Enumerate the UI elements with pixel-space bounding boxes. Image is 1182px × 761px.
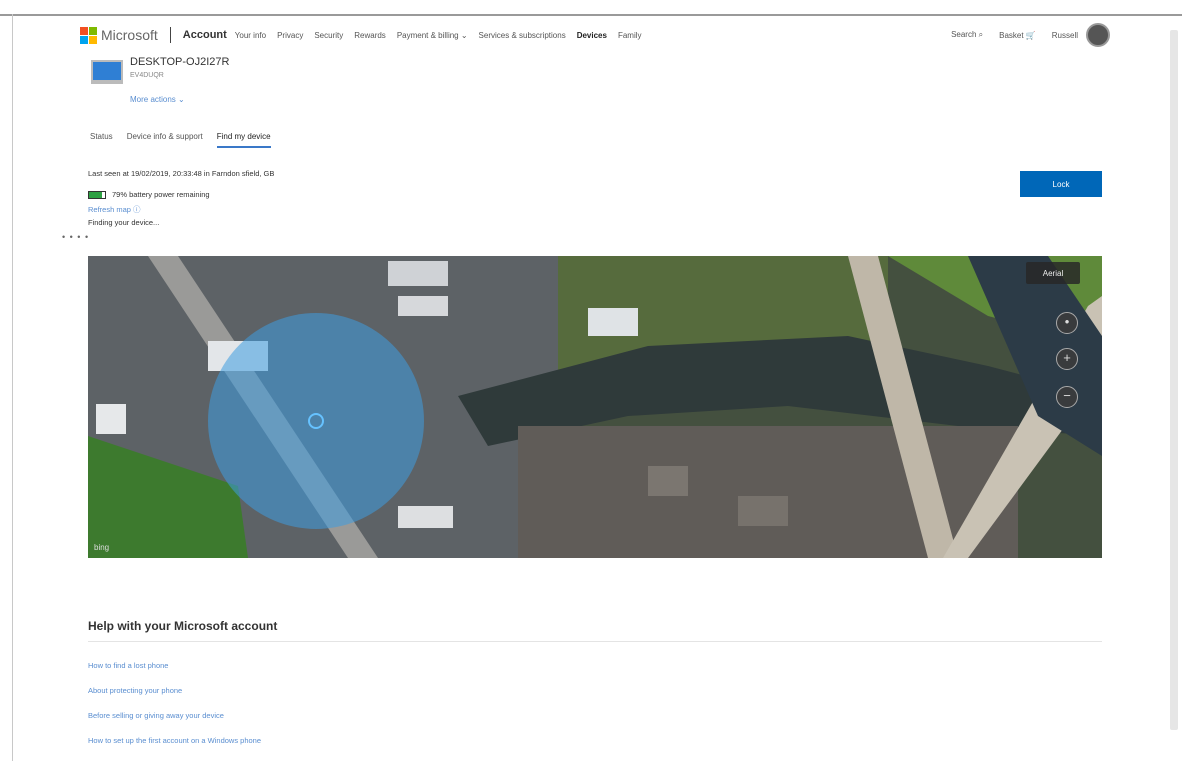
refresh-map-link[interactable]: Refresh map ⓘ (88, 204, 141, 215)
header-right: Search ⌕ Basket 🛒 Russell (935, 22, 1110, 48)
browser-frame-left (12, 14, 13, 761)
nav-your-info[interactable]: Your info (235, 31, 266, 40)
nav-payment-billing[interactable]: Payment & billing ⌄ (397, 31, 468, 40)
device-name: DESKTOP-OJ2I27R (130, 56, 230, 68)
device-tabs: Status Device info & support Find my dev… (90, 132, 285, 148)
zoom-in-button[interactable]: + (1056, 348, 1078, 370)
battery-status: 79% battery power remaining (88, 190, 210, 199)
battery-icon (88, 190, 106, 199)
bing-logo: bing (94, 543, 110, 552)
page-scrollbar[interactable] (1170, 30, 1178, 730)
microsoft-logo-icon[interactable] (80, 26, 97, 44)
zoom-out-button[interactable]: − (1056, 386, 1078, 408)
nav-privacy[interactable]: Privacy (277, 31, 303, 40)
help-section-title: Help with your Microsoft account (88, 619, 278, 633)
help-link-protecting-phone[interactable]: About protecting your phone (88, 686, 182, 695)
tab-find-my-device[interactable]: Find my device (216, 132, 271, 148)
tab-status[interactable]: Status (90, 132, 113, 148)
help-link-setup-first-account[interactable]: How to set up the first account on a Win… (88, 736, 261, 745)
account-title[interactable]: Account (183, 29, 227, 41)
nav-security[interactable]: Security (314, 31, 343, 40)
search-button[interactable]: Search ⌕ (951, 30, 983, 40)
avatar[interactable] (1086, 23, 1110, 47)
last-seen-text: Last seen at 19/02/2019, 20:33:48 in Far… (88, 169, 275, 178)
top-header: Microsoft Account Your info Privacy Secu… (80, 22, 1110, 48)
laptop-icon (91, 60, 123, 84)
nav-rewards[interactable]: Rewards (354, 31, 386, 40)
aerial-map-imagery (88, 256, 1102, 558)
battery-level-fill (89, 191, 102, 198)
header-divider (169, 27, 171, 43)
device-model: EV4DUQR (130, 72, 164, 79)
browser-frame-top (0, 0, 1182, 16)
nav-services-subscriptions[interactable]: Services & subscriptions (479, 31, 566, 40)
loading-dots: • • • • (62, 232, 90, 242)
locate-me-icon[interactable]: • (1056, 312, 1078, 334)
nav-devices[interactable]: Devices (577, 31, 607, 40)
user-name[interactable]: Russell (1052, 31, 1078, 40)
brand-name[interactable]: Microsoft (101, 27, 158, 43)
tab-device-info-support[interactable]: Device info & support (127, 132, 203, 148)
nav-family[interactable]: Family (618, 31, 642, 40)
help-divider (88, 641, 1102, 642)
device-map[interactable]: Aerial • + − bing (88, 256, 1102, 558)
lock-button[interactable]: Lock (1020, 171, 1102, 197)
more-actions-link[interactable]: More actions ⌄ (130, 95, 185, 104)
finding-status-text: Finding your device... (88, 218, 160, 227)
battery-text: 79% battery power remaining (112, 190, 210, 199)
help-link-find-lost-phone[interactable]: How to find a lost phone (88, 661, 168, 670)
aerial-view-button[interactable]: Aerial (1026, 262, 1080, 284)
help-link-before-selling[interactable]: Before selling or giving away your devic… (88, 711, 224, 720)
basket-button[interactable]: Basket 🛒 (999, 31, 1036, 40)
